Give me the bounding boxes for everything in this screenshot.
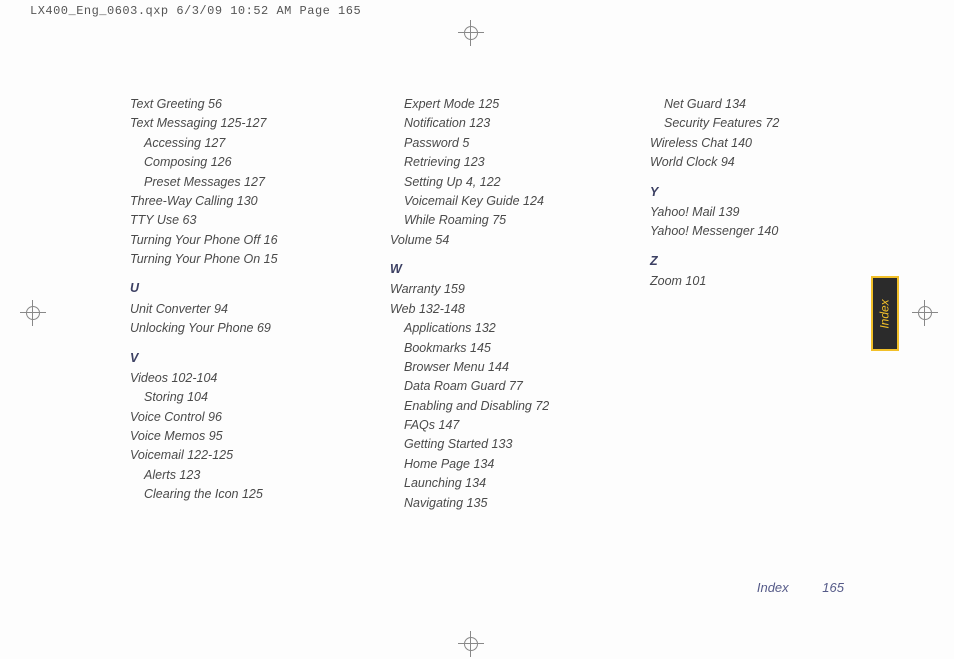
index-letter-heading: V [130,349,330,368]
index-subentry: Accessing 127 [130,134,330,153]
index-entry: Yahoo! Messenger 140 [650,222,850,241]
index-entry: Videos 102-104 [130,369,330,388]
index-entry: Turning Your Phone On 15 [130,250,330,269]
index-entry: Voice Control 96 [130,408,330,427]
prepress-header: LX400_Eng_0603.qxp 6/3/09 10:52 AM Page … [30,4,361,18]
index-entry: Zoom 101 [650,272,850,291]
index-letter-heading: U [130,279,330,298]
index-subentry: Password 5 [390,134,590,153]
index-subentry: Setting Up 4, 122 [390,173,590,192]
index-entry: Turning Your Phone Off 16 [130,231,330,250]
index-subentry: Data Roam Guard 77 [390,377,590,396]
index-subentry: Clearing the Icon 125 [130,485,330,504]
index-entry: Text Messaging 125-127 [130,114,330,133]
index-entry: Yahoo! Mail 139 [650,203,850,222]
index-subentry: Composing 126 [130,153,330,172]
index-column: Expert Mode 125Notification 123Password … [390,95,590,513]
index-subentry: Browser Menu 144 [390,358,590,377]
index-subentry: Alerts 123 [130,466,330,485]
index-subentry: Bookmarks 145 [390,339,590,358]
index-entry: Voice Memos 95 [130,427,330,446]
registration-mark-top [458,20,484,46]
index-letter-heading: Y [650,183,850,202]
index-subentry: Navigating 135 [390,494,590,513]
index-entry: World Clock 94 [650,153,850,172]
footer-label: Index [757,580,789,595]
index-subentry: Storing 104 [130,388,330,407]
index-subentry: Home Page 134 [390,455,590,474]
registration-mark-bottom [458,631,484,657]
index-subentry: FAQs 147 [390,416,590,435]
index-subentry: Enabling and Disabling 72 [390,397,590,416]
index-subentry: Voicemail Key Guide 124 [390,192,590,211]
index-subentry: Retrieving 123 [390,153,590,172]
page-content: Text Greeting 56Text Messaging 125-127Ac… [130,95,894,599]
index-entry: Three-Way Calling 130 [130,192,330,211]
index-subentry: Expert Mode 125 [390,95,590,114]
page-footer: Index 165 [757,580,844,595]
index-entry: TTY Use 63 [130,211,330,230]
index-column: Net Guard 134Security Features 72Wireles… [650,95,850,513]
index-subentry: Notification 123 [390,114,590,133]
index-entry: Volume 54 [390,231,590,250]
index-subentry: Applications 132 [390,319,590,338]
index-column: Text Greeting 56Text Messaging 125-127Ac… [130,95,330,513]
index-subentry: Preset Messages 127 [130,173,330,192]
registration-mark-right [912,300,938,326]
index-entry: Warranty 159 [390,280,590,299]
index-subentry: Security Features 72 [650,114,850,133]
index-subentry: Net Guard 134 [650,95,850,114]
index-entry: Web 132-148 [390,300,590,319]
registration-mark-left [20,300,46,326]
index-subentry: While Roaming 75 [390,211,590,230]
index-subentry: Getting Started 133 [390,435,590,454]
index-entry: Wireless Chat 140 [650,134,850,153]
index-letter-heading: W [390,260,590,279]
index-entry: Text Greeting 56 [130,95,330,114]
index-letter-heading: Z [650,252,850,271]
index-subentry: Launching 134 [390,474,590,493]
footer-page-number: 165 [822,580,844,595]
index-entry: Unlocking Your Phone 69 [130,319,330,338]
index-entry: Voicemail 122-125 [130,446,330,465]
index-entry: Unit Converter 94 [130,300,330,319]
